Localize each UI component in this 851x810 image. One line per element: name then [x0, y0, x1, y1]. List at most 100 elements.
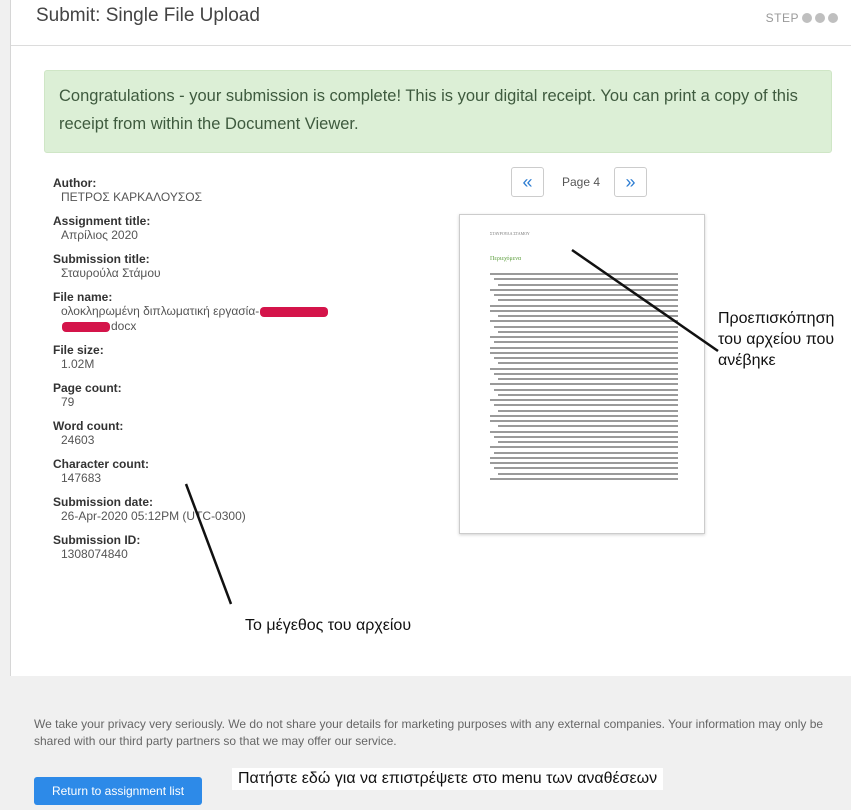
file-name-text: ολοκληρωμένη διπλωματική εργασία- — [61, 304, 260, 318]
receipt-details: Author: ΠΕΤΡΟΣ ΚΑΡΚΑΛΟΥΣΟΣ Assignment ti… — [53, 176, 383, 571]
preview-line — [490, 351, 678, 354]
preview-line — [490, 414, 678, 417]
document-preview[interactable]: ΣΤΑΥΡΟΥΛΑ ΣΤΑΜΟΥ Περιεχόμενα — [459, 214, 705, 534]
step-dot-2-icon — [815, 13, 825, 23]
page-indicator: Page 4 — [562, 175, 601, 189]
preview-line — [490, 304, 678, 307]
preview-line — [490, 346, 678, 349]
preview-line — [490, 399, 678, 401]
preview-line — [490, 420, 678, 422]
preview-line — [490, 367, 678, 370]
author-label: Author: — [53, 176, 97, 190]
preview-line — [494, 357, 678, 359]
preview-annotation: Προεπισκόπηση του αρχείου που ανέβηκε — [718, 308, 834, 371]
file-size-field: File size: 1.02M — [53, 343, 383, 372]
preview-line — [498, 299, 678, 302]
submission-title-field: Submission title: Σταυρούλα Στάμου — [53, 252, 383, 281]
preview-line — [498, 315, 678, 317]
preview-line — [494, 404, 678, 407]
next-page-button[interactable]: » — [614, 167, 648, 197]
submission-title-label: Submission title: — [53, 252, 150, 266]
preview-line — [494, 278, 678, 281]
char-count-label: Character count: — [53, 457, 150, 471]
panel-header: Submit: Single File Upload STEP — [11, 0, 851, 46]
preview-line — [494, 467, 678, 470]
step-label: STEP — [765, 11, 799, 25]
page-count-label: Page count: — [53, 381, 122, 395]
submission-date-field: Submission date: 26-Apr-2020 05:12PM (UT… — [53, 495, 383, 524]
preview-line — [490, 273, 678, 275]
file-size-value: 1.02M — [61, 357, 95, 371]
preview-line — [498, 472, 678, 475]
preview-line — [494, 372, 678, 375]
submission-id-label: Submission ID: — [53, 533, 141, 547]
preview-line — [490, 383, 678, 386]
preview-line — [490, 477, 678, 480]
page-title: Submit: Single File Upload — [36, 5, 260, 26]
file-name-value: ολοκληρωμένη διπλωματική εργασία- docx — [61, 304, 383, 334]
submission-date-value: 26-Apr-2020 05:12PM (UTC-0300) — [61, 509, 246, 523]
file-name-ext: docx — [111, 319, 137, 333]
word-count-label: Word count: — [53, 419, 124, 433]
step-indicator: STEP — [766, 11, 838, 25]
preview-line — [494, 341, 678, 344]
char-count-field: Character count: 147683 — [53, 457, 383, 486]
author-field: Author: ΠΕΤΡΟΣ ΚΑΡΚΑΛΟΥΣΟΣ — [53, 176, 383, 205]
privacy-notice: We take your privacy very seriously. We … — [34, 717, 824, 748]
preview-line — [490, 320, 678, 323]
preview-line — [490, 456, 678, 459]
preview-annotation-line: ανέβηκε — [718, 352, 776, 369]
success-alert: Congratulations - your submission is com… — [44, 70, 832, 153]
preview-line — [490, 288, 678, 291]
preview-doc-header: ΣΤΑΥΡΟΥΛΑ ΣΤΑΜΟΥ — [490, 231, 530, 236]
submission-title-value: Σταυρούλα Στάμου — [61, 266, 161, 280]
preview-line — [490, 430, 678, 433]
step-dot-3-icon — [828, 13, 838, 23]
preview-line — [498, 441, 678, 443]
char-count-value: 147683 — [61, 471, 102, 485]
preview-annotation-line: του αρχείου που — [718, 331, 835, 348]
assignment-title-label: Assignment title: — [53, 214, 151, 228]
preview-line — [494, 451, 678, 454]
preview-line — [490, 446, 678, 449]
preview-line — [490, 309, 678, 312]
preview-line — [498, 283, 678, 286]
preview-line — [498, 425, 678, 428]
file-name-label: File name: — [53, 290, 113, 304]
preview-doc-title: Περιεχόμενα — [490, 256, 522, 262]
prev-page-button[interactable]: « — [511, 167, 544, 197]
page-navigator: « Page 4 » — [511, 167, 648, 197]
preview-line — [498, 409, 678, 412]
step-dot-1-icon — [802, 13, 812, 23]
word-count-field: Word count: 24603 — [53, 419, 383, 448]
return-to-assignment-list-button[interactable]: Return to assignment list — [34, 777, 202, 805]
submission-id-value: 1308074840 — [61, 547, 128, 561]
preview-line — [498, 330, 678, 333]
preview-line — [490, 336, 678, 338]
preview-line — [494, 294, 678, 296]
assignment-title-value: Απρίλιος 2020 — [61, 228, 138, 242]
preview-toc-lines — [490, 273, 678, 483]
preview-annotation-line: Προεπισκόπηση — [718, 310, 835, 327]
preview-line — [494, 388, 678, 391]
page-count-value: 79 — [61, 395, 75, 409]
preview-line — [498, 393, 678, 396]
redaction-mark — [62, 321, 110, 332]
word-count-value: 24603 — [61, 433, 95, 447]
button-annotation: Πατήστε εδώ για να επιστρέψετε στο menu … — [232, 768, 664, 790]
author-value: ΠΕΤΡΟΣ ΚΑΡΚΑΛΟΥΣΟΣ — [61, 190, 202, 204]
redaction-mark — [260, 306, 329, 317]
preview-line — [498, 378, 678, 380]
file-size-label: File size: — [53, 343, 104, 357]
assignment-title-field: Assignment title: Απρίλιος 2020 — [53, 214, 383, 243]
submission-date-label: Submission date: — [53, 495, 154, 509]
preview-line — [498, 362, 678, 365]
preview-line — [490, 462, 678, 464]
success-message: Congratulations - your submission is com… — [59, 87, 798, 133]
size-annotation: Το μέγεθος του αρχείου — [245, 617, 412, 634]
preview-line — [494, 435, 678, 438]
file-name-field: File name: ολοκληρωμένη διπλωματική εργα… — [53, 290, 383, 334]
preview-line — [494, 325, 678, 328]
submission-id-field: Submission ID: 1308074840 — [53, 533, 383, 562]
page-count-field: Page count: 79 — [53, 381, 383, 410]
